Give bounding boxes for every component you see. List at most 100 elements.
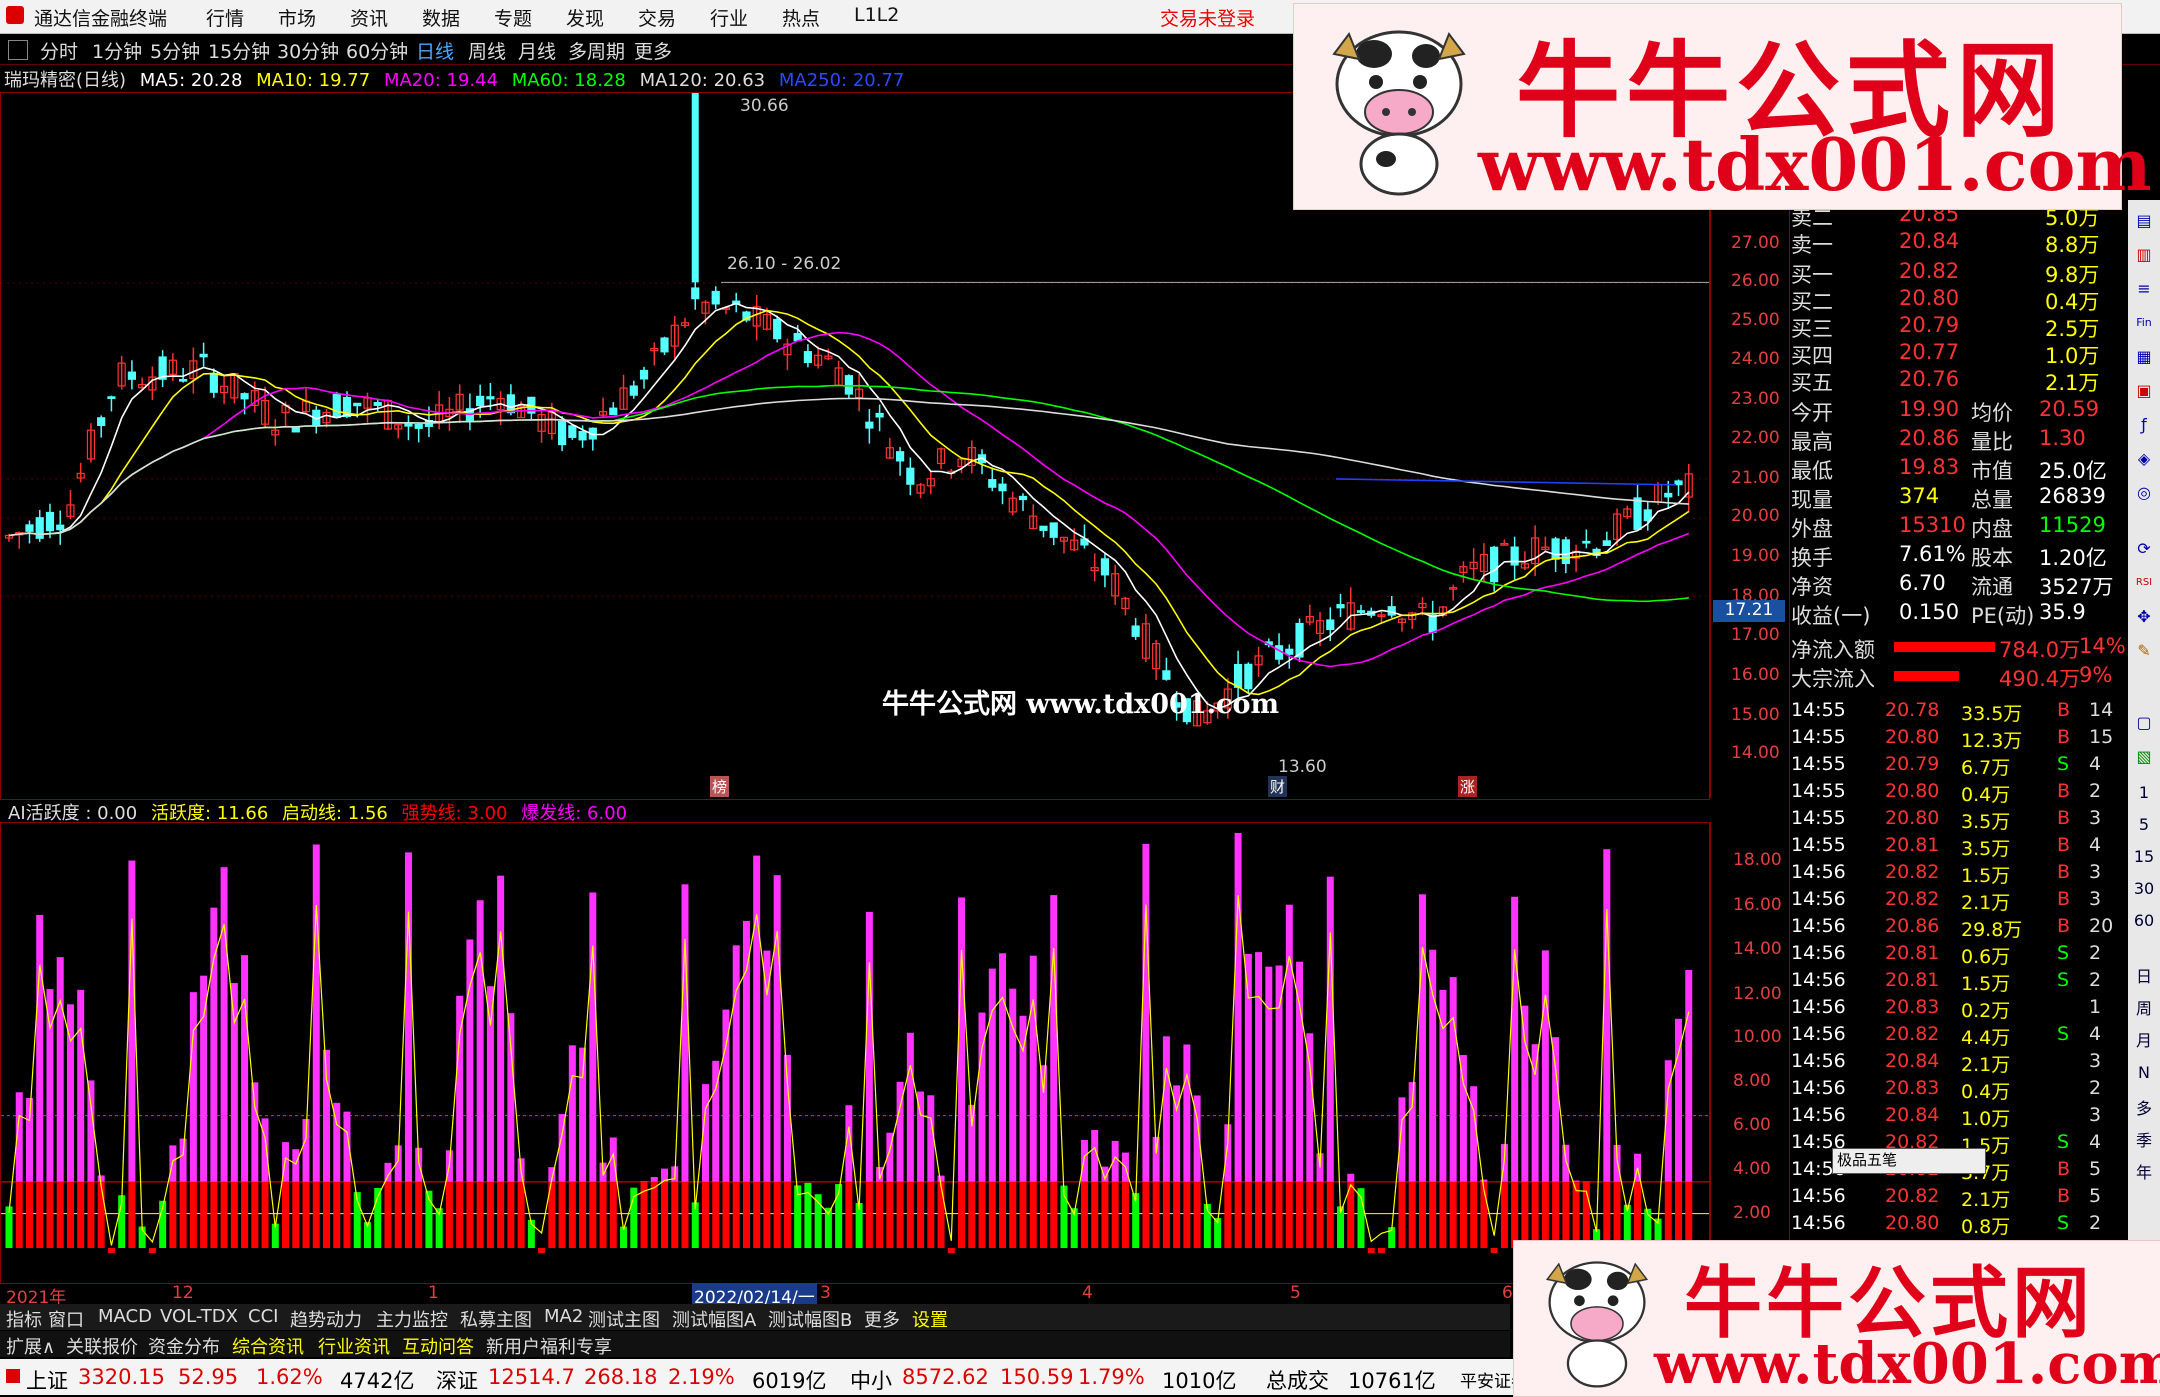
- ext-new-user[interactable]: 新用户福利专享: [486, 1333, 612, 1359]
- activity-base: [1531, 1181, 1539, 1248]
- tool-icon-export[interactable]: ▧: [2131, 744, 2157, 770]
- period-tab-15min[interactable]: 15分钟: [208, 37, 270, 64]
- sidebar-period-season[interactable]: 季: [2131, 1128, 2157, 1154]
- window-toggle-icon[interactable]: [8, 40, 28, 60]
- price-tick: 26.00: [1731, 271, 1780, 291]
- ext-qa[interactable]: 互动问答: [402, 1333, 474, 1359]
- menu-item-market[interactable]: 市场: [278, 4, 316, 31]
- tool-icon-rsi[interactable]: RSI: [2131, 570, 2157, 596]
- ind-tick: 2.00: [1733, 1203, 1771, 1223]
- tab-vol[interactable]: VOL-TDX: [160, 1306, 238, 1327]
- menu-item-discover[interactable]: 发现: [566, 4, 604, 31]
- ext-fund-distribution[interactable]: 资金分布: [148, 1333, 220, 1359]
- tab-test-main[interactable]: 测试主图: [588, 1306, 660, 1332]
- period-tab-1min[interactable]: 1分钟: [92, 37, 142, 64]
- period-tab-multi[interactable]: 多周期: [568, 37, 625, 64]
- indicator-panel[interactable]: [0, 822, 1710, 1284]
- period-tab-timeshare[interactable]: 分时: [40, 37, 78, 64]
- sidebar-period-month[interactable]: 月: [2131, 1028, 2157, 1054]
- period-tab-30min[interactable]: 30分钟: [277, 37, 339, 64]
- tab-main-monitor[interactable]: 主力监控: [376, 1306, 448, 1332]
- sidebar-period-week[interactable]: 周: [2131, 996, 2157, 1022]
- bid-price: 20.79: [1899, 313, 1960, 337]
- menu-item-trade[interactable]: 交易: [638, 4, 676, 31]
- ext-industry-news[interactable]: 行业资讯: [318, 1333, 390, 1359]
- index-zx-name[interactable]: 中小: [850, 1365, 892, 1395]
- sidebar-period-n[interactable]: N: [2131, 1060, 2157, 1086]
- tick-time: 14:56: [1791, 996, 1846, 1018]
- tool-icon-table[interactable]: ▦: [2131, 344, 2157, 370]
- sidebar-period-1[interactable]: 1: [2131, 780, 2157, 806]
- period-tab-5min[interactable]: 5分钟: [150, 37, 200, 64]
- sidebar-period-multi[interactable]: 多: [2131, 1096, 2157, 1122]
- stat-value: 20.59: [2039, 397, 2100, 421]
- tool-icon-window[interactable]: ▢: [2131, 710, 2157, 736]
- tool-icon-pen[interactable]: ✎: [2131, 638, 2157, 664]
- tab-test-a[interactable]: 测试幅图A: [672, 1306, 756, 1332]
- tool-icon-sync[interactable]: ⟳: [2131, 536, 2157, 562]
- menu-item-news[interactable]: 资讯: [350, 4, 388, 31]
- sidebar-period-30[interactable]: 30: [2131, 876, 2157, 902]
- tab-settings[interactable]: 设置: [912, 1306, 948, 1332]
- indicator-chart[interactable]: [1, 823, 1709, 1283]
- tool-icon-bar[interactable]: ▥: [2131, 242, 2157, 268]
- period-tab-daily[interactable]: 日线: [416, 37, 454, 64]
- tool-icon-chart[interactable]: ▤: [2131, 208, 2157, 234]
- banner-url[interactable]: www.tdx001.com: [1478, 122, 2152, 207]
- period-tab-60min[interactable]: 60分钟: [346, 37, 408, 64]
- tab-macd[interactable]: MACD: [98, 1306, 152, 1327]
- activity-bar: [1039, 1065, 1047, 1182]
- menu-item-hot[interactable]: 热点: [782, 4, 820, 31]
- ime-popup[interactable]: 极品五笔: [1832, 1148, 1986, 1174]
- event-marker-finance[interactable]: 财: [1268, 776, 1288, 797]
- index-sh-name[interactable]: 上证: [26, 1365, 68, 1395]
- tool-icon-pointer[interactable]: ◈: [2131, 446, 2157, 472]
- sidebar-period-60[interactable]: 60: [2131, 908, 2157, 934]
- event-marker-list[interactable]: 榜: [710, 776, 730, 797]
- ext-toggle[interactable]: 扩展∧: [6, 1333, 55, 1359]
- tool-icon-grid[interactable]: ▣: [2131, 378, 2157, 404]
- sidebar-period-day[interactable]: 日: [2131, 964, 2157, 990]
- activity-base: [978, 1181, 986, 1248]
- trade-login-status[interactable]: 交易未登录: [1160, 4, 1255, 31]
- tab-indicator[interactable]: 指标: [6, 1306, 42, 1332]
- tab-window[interactable]: 窗口: [48, 1306, 84, 1332]
- menu-item-topic[interactable]: 专题: [494, 4, 532, 31]
- activity-base: [568, 1181, 576, 1248]
- menu-item-industry[interactable]: 行业: [710, 4, 748, 31]
- tool-icon-fin[interactable]: Fin: [2131, 310, 2157, 336]
- ind-tick: 4.00: [1733, 1159, 1771, 1179]
- event-marker-rise[interactable]: 涨: [1458, 776, 1478, 797]
- tool-icon-circle[interactable]: ◎: [2131, 480, 2157, 506]
- tool-icon-fx[interactable]: ƒ: [2131, 412, 2157, 438]
- stat-row: 外盘 15310 内盘 11529: [1789, 513, 2124, 541]
- activity-bar: [46, 989, 54, 1182]
- candle-body: [45, 511, 55, 532]
- tab-test-b[interactable]: 测试幅图B: [768, 1306, 852, 1332]
- menu-item-l1l2[interactable]: L1L2: [854, 4, 899, 26]
- sidebar-period-year[interactable]: 年: [2131, 1160, 2157, 1186]
- activity-base: [609, 1181, 617, 1248]
- sidebar-period-5[interactable]: 5: [2131, 812, 2157, 838]
- tool-icon-list[interactable]: ≡: [2131, 276, 2157, 302]
- tab-ma2[interactable]: MA2: [544, 1306, 583, 1327]
- period-tab-more[interactable]: 更多: [634, 37, 672, 64]
- menu-item-quote[interactable]: 行情: [206, 4, 244, 31]
- banner-bottom-url[interactable]: www.tdx001.com: [1654, 1331, 2160, 1397]
- sidebar-period-15[interactable]: 15: [2131, 844, 2157, 870]
- tab-more[interactable]: 更多: [864, 1306, 900, 1332]
- tool-icon-move[interactable]: ✥: [2131, 604, 2157, 630]
- period-tab-monthly[interactable]: 月线: [518, 37, 556, 64]
- tab-private-main[interactable]: 私募主图: [460, 1306, 532, 1332]
- tick-volume: 2.1万: [1961, 892, 2011, 914]
- tab-cci[interactable]: CCI: [248, 1306, 278, 1327]
- index-sz-name[interactable]: 深证: [436, 1365, 478, 1395]
- menu-item-data[interactable]: 数据: [422, 4, 460, 31]
- activity-base: [1459, 1181, 1467, 1248]
- ext-comprehensive-news[interactable]: 综合资讯: [232, 1333, 304, 1359]
- tick-count: 3: [2089, 807, 2102, 829]
- period-tab-weekly[interactable]: 周线: [468, 37, 506, 64]
- tab-trend[interactable]: 趋势动力: [290, 1306, 362, 1332]
- ext-related-quote[interactable]: 关联报价: [66, 1333, 138, 1359]
- activity-bar: [783, 1054, 791, 1182]
